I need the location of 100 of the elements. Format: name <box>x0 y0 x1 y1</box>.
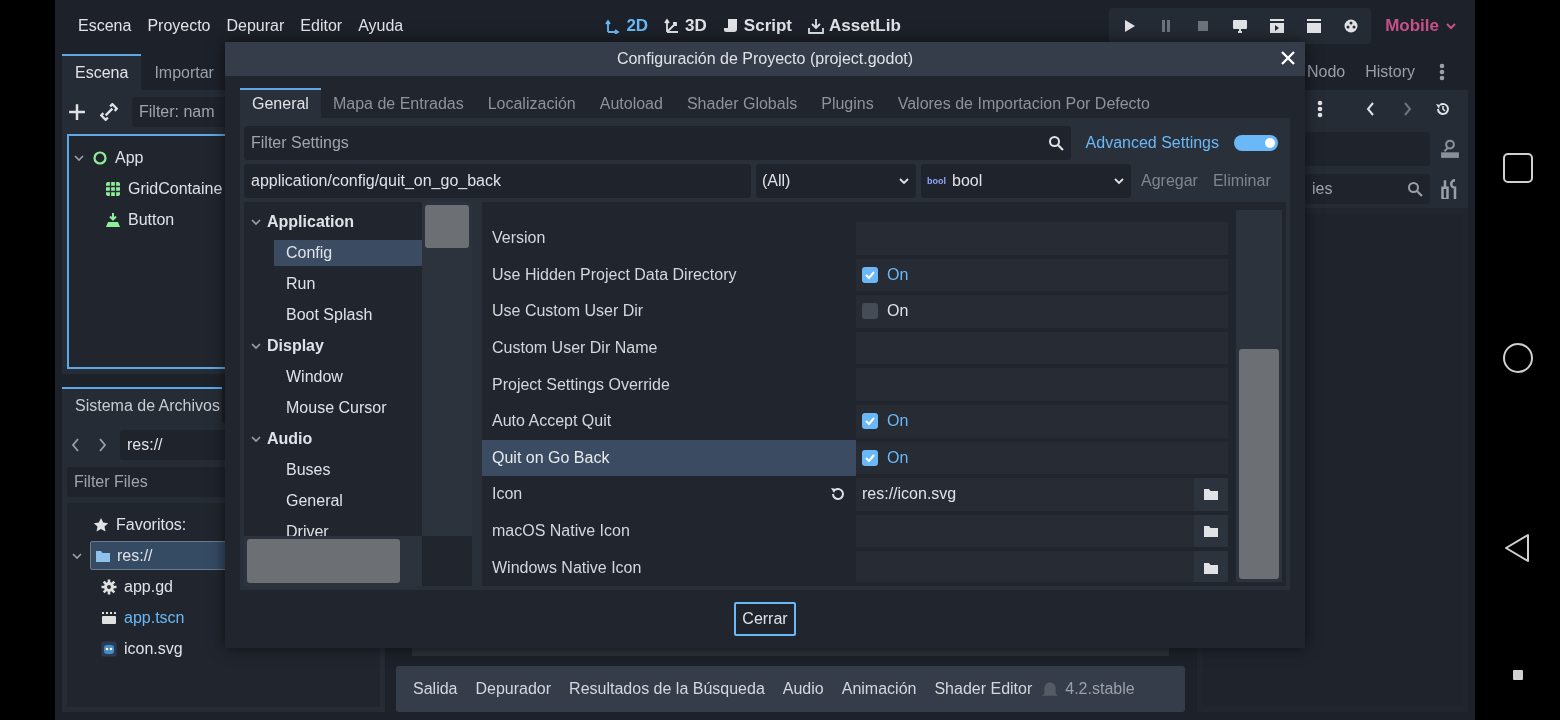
gear-icon <box>101 578 117 595</box>
bell-icon <box>1041 680 1060 698</box>
axis-icon <box>664 18 681 34</box>
tree-item[interactable]: Favoritos: <box>116 515 187 534</box>
property-label: Project Settings Override <box>492 375 670 394</box>
version-label: 4.2.stable <box>1065 680 1135 698</box>
tree-item[interactable]: App <box>115 148 144 167</box>
property-path-field[interactable]: application/config/quit_on_go_back <box>244 164 751 198</box>
panel-tab[interactable]: Resultados de la Búsqueda <box>560 680 774 698</box>
caret-icon <box>1445 20 1457 32</box>
section-heading[interactable]: Display <box>267 336 324 355</box>
workspace-tab[interactable]: 2D <box>599 16 655 36</box>
toggle-label: Advanced Settings <box>1085 134 1219 152</box>
section-item[interactable]: Config <box>274 239 422 266</box>
section-heading[interactable]: Audio <box>267 429 313 448</box>
settings-tab[interactable]: Localización <box>475 88 588 118</box>
square-icon[interactable] <box>1501 152 1534 184</box>
advanced-toggle[interactable] <box>1234 135 1278 151</box>
monitor-icon <box>1232 18 1249 34</box>
property-label: Use Hidden Project Data Directory <box>492 265 737 284</box>
checkbox-label: On <box>887 412 909 431</box>
tree-item[interactable]: Button <box>128 210 175 229</box>
settings-tab[interactable]: Mapa de Entradas <box>320 88 476 118</box>
tree-item[interactable]: icon.svg <box>71 633 376 664</box>
dock-tab[interactable]: Nodo <box>1297 63 1356 81</box>
renderer-dropdown[interactable]: Mobile <box>1371 16 1467 36</box>
section-heading[interactable]: Application <box>267 212 355 231</box>
workspace-tab[interactable]: AssetLib <box>802 16 907 36</box>
grid-icon <box>105 180 121 197</box>
filter-field[interactable]: Filter Settings <box>244 126 1071 160</box>
property-label: Version <box>492 229 546 248</box>
property-label: Custom User Dir Name <box>492 339 658 358</box>
revert-icon[interactable] <box>830 486 846 503</box>
menu-item[interactable]: Ayuda <box>350 17 412 35</box>
close-button[interactable]: Cerrar <box>734 602 796 636</box>
square-icon <box>1512 670 1523 680</box>
section-item[interactable]: Window <box>274 363 422 390</box>
search-icon <box>1047 135 1064 151</box>
scrollbar[interactable] <box>1236 210 1282 582</box>
checkbox-label: On <box>887 448 909 467</box>
download-icon <box>105 211 121 228</box>
panel-tab[interactable]: Depurador <box>466 680 561 698</box>
menu-item[interactable]: Depurar <box>218 17 293 35</box>
star-icon <box>93 516 109 533</box>
circle-icon[interactable] <box>1501 342 1534 374</box>
checkbox-label: On <box>887 302 909 321</box>
tree-item[interactable]: GridContaine <box>128 179 223 198</box>
panel-tab[interactable]: Shader Editor <box>925 680 1042 698</box>
robot-icon <box>101 640 117 657</box>
film-reel-icon <box>1343 18 1360 34</box>
browse-button[interactable] <box>1194 551 1228 582</box>
browse-button[interactable] <box>1194 514 1228 548</box>
checkbox[interactable] <box>862 449 878 466</box>
value-field[interactable]: res://icon.svg <box>862 485 1185 504</box>
section-item[interactable]: Run <box>274 270 422 297</box>
menu-item[interactable]: Proyecto <box>139 17 219 35</box>
dock-tab[interactable]: Importar <box>141 54 227 90</box>
section-item[interactable]: Boot Splash <box>274 301 422 328</box>
checkbox[interactable] <box>862 303 878 320</box>
checkbox[interactable] <box>862 413 878 430</box>
filter-field[interactable]: ies <box>1305 174 1430 204</box>
dock-tab[interactable]: History <box>1355 63 1426 81</box>
tree-item[interactable]: app.tscn <box>71 602 376 633</box>
section-item[interactable]: Mouse Cursor <box>274 394 422 421</box>
type-dropdown[interactable]: bool bool <box>921 164 1131 198</box>
dock-tab[interactable]: Escena <box>62 54 142 90</box>
kebab-menu-icon[interactable] <box>1439 63 1446 81</box>
settings-tab[interactable]: Valores de Importacion Por Defecto <box>885 88 1162 118</box>
settings-tab[interactable]: Autoload <box>587 88 675 118</box>
settings-tab[interactable]: Shader Globals <box>674 88 810 118</box>
workspace-tab[interactable]: Script <box>716 16 799 36</box>
checkbox[interactable] <box>862 266 878 283</box>
menu-item[interactable]: Editor <box>292 17 351 35</box>
plus-icon <box>68 103 86 121</box>
axis-icon <box>605 18 622 34</box>
menu-item[interactable]: Escena <box>70 17 140 35</box>
doc-search-icon <box>1440 139 1460 159</box>
download-icon <box>808 18 825 34</box>
close-button[interactable] <box>1279 49 1297 67</box>
tree-item[interactable]: app.gd <box>71 571 376 602</box>
type-filter-dropdown[interactable]: (All) <box>756 164 916 198</box>
settings-tab[interactable]: General <box>240 88 321 118</box>
property-label: Use Custom User Dir <box>492 302 644 321</box>
kebab-menu-icon[interactable] <box>1317 100 1323 118</box>
section-item[interactable]: Driver <box>274 518 422 536</box>
panel-tab[interactable]: Animación <box>832 680 926 698</box>
scrollbar[interactable] <box>244 536 422 586</box>
folder-icon <box>1203 486 1219 503</box>
workspace-tab[interactable]: 3D <box>658 16 713 36</box>
panel-tab[interactable]: Audio <box>773 680 833 698</box>
settings-tab[interactable]: Plugins <box>809 88 886 118</box>
scrollbar[interactable] <box>422 202 472 536</box>
property-label: Auto Accept Quit <box>492 412 612 431</box>
property-label: Quit on Go Back <box>492 448 610 467</box>
browse-button[interactable] <box>1194 478 1228 511</box>
panel-tab[interactable]: Salida <box>404 680 467 698</box>
circle-icon <box>92 149 108 166</box>
property-label: Windows Native Icon <box>492 558 642 577</box>
caret-icon <box>898 175 910 187</box>
checkbox-label: On <box>887 265 909 284</box>
